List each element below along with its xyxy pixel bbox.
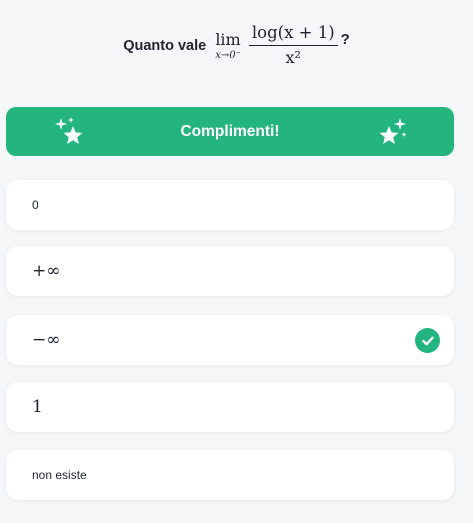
question-suffix: ? (340, 31, 350, 48)
answer-option-label: −∞ (32, 330, 61, 350)
answer-option-label: +∞ (32, 261, 61, 281)
limit-subscript: x→0⁻ (215, 49, 241, 61)
fraction: log(x + 1) x² (248, 22, 338, 69)
question-prefix: Quanto vale (123, 37, 207, 54)
answer-option[interactable]: 0 (6, 180, 454, 230)
sparkle-star-icon (55, 117, 83, 144)
limit-operator: lim x→0⁻ (215, 29, 241, 61)
answer-option-label: 1 (32, 397, 43, 417)
success-banner: Complimenti! (6, 107, 454, 156)
answer-option-label: 0 (32, 198, 39, 212)
banner-text: Complimenti! (180, 122, 280, 140)
answer-option-label: non esiste (32, 468, 87, 482)
sparkle-star-icon (379, 118, 407, 144)
answer-option[interactable]: 1 (6, 382, 454, 432)
fraction-denominator: x² (285, 48, 301, 67)
limit-word: lim (215, 29, 241, 49)
fraction-numerator: log(x + 1) (248, 22, 338, 46)
answer-option[interactable]: non esiste (6, 450, 454, 500)
check-circle-icon (415, 328, 440, 353)
question: Quanto vale lim x→0⁻ log(x + 1) x² ? (0, 22, 473, 69)
answer-option-correct[interactable]: −∞ (6, 315, 454, 365)
answer-option[interactable]: +∞ (6, 246, 454, 296)
